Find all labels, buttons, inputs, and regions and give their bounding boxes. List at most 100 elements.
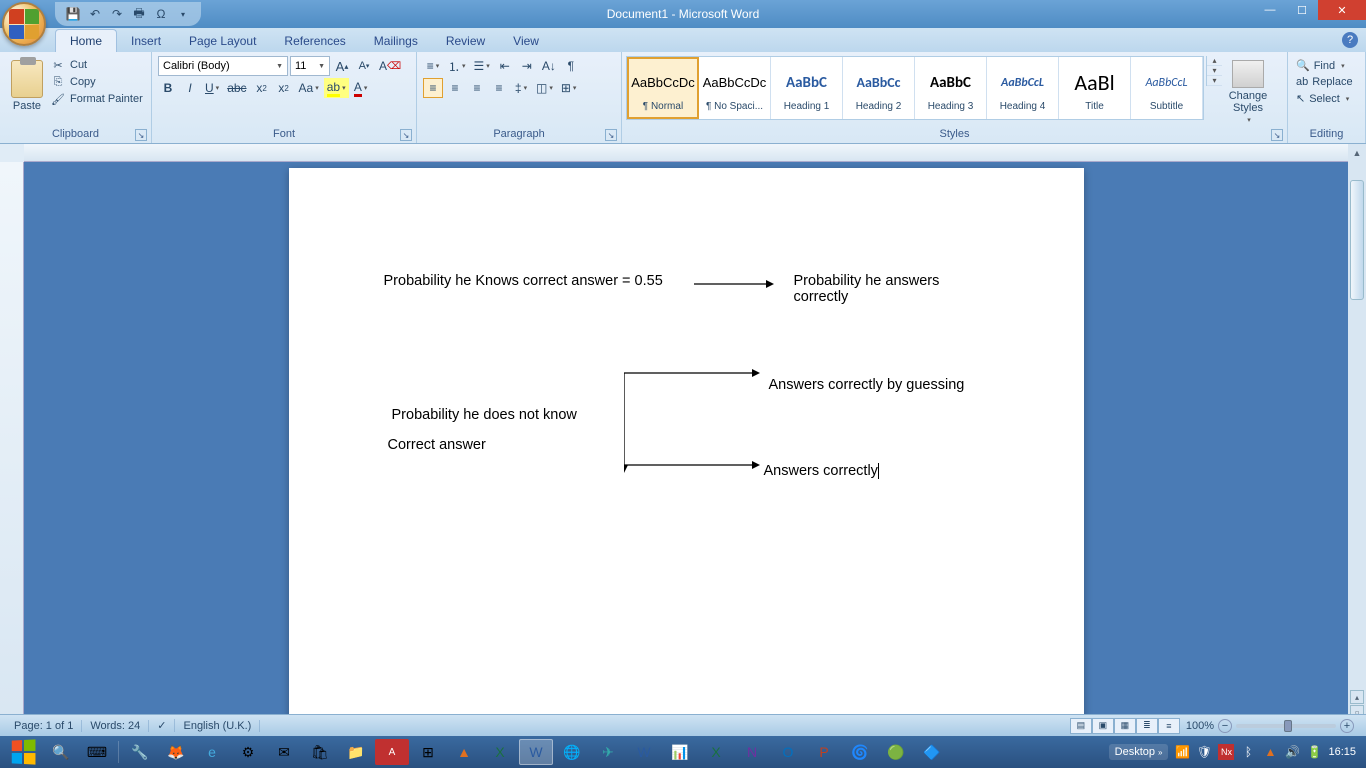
office-button[interactable] — [2, 2, 46, 46]
tab-mailings[interactable]: Mailings — [360, 30, 432, 52]
proofing-icon[interactable]: ✓ — [149, 719, 175, 732]
qat-customize-icon[interactable]: ▾ — [175, 6, 191, 22]
copy-button[interactable]: ⎘Copy — [50, 75, 143, 89]
word-taskbar-icon[interactable]: W — [519, 739, 553, 765]
close-button[interactable]: ✕ — [1318, 0, 1366, 20]
save-icon[interactable]: 💾 — [65, 6, 81, 22]
numbering-button[interactable]: ⒈▾ — [445, 56, 469, 76]
redo-icon[interactable]: ↷ — [109, 6, 125, 22]
tab-page-layout[interactable]: Page Layout — [175, 30, 270, 52]
help-icon[interactable]: ? — [1342, 32, 1358, 48]
scrollbar-thumb[interactable] — [1350, 180, 1364, 300]
style-item-title[interactable]: AaBlTitle — [1059, 57, 1131, 119]
clear-format-button[interactable]: A⌫ — [376, 56, 404, 76]
mail-taskbar-icon[interactable]: ✉ — [267, 739, 301, 765]
sort-button[interactable]: A↓ — [539, 56, 559, 76]
undo-icon[interactable]: ↶ — [87, 6, 103, 22]
style-item-heading-1[interactable]: AaBbCHeading 1 — [771, 57, 843, 119]
app3-taskbar-icon[interactable]: 🔷 — [915, 739, 949, 765]
full-screen-view[interactable]: ▣ — [1092, 718, 1114, 734]
change-styles-button[interactable]: Change Styles ▾ — [1224, 56, 1272, 124]
show-marks-button[interactable]: ¶ — [561, 56, 581, 76]
page-content[interactable]: Probability he Knows correct answer = 0.… — [384, 263, 989, 583]
prev-page-icon[interactable]: ▴ — [1350, 690, 1364, 704]
find-button[interactable]: 🔍Find▾ — [1294, 58, 1347, 73]
paragraph-dialog-launcher[interactable]: ↘ — [605, 129, 617, 141]
style-item-heading-4[interactable]: AaBbCcLHeading 4 — [987, 57, 1059, 119]
style-item---no-spaci---[interactable]: AaBbCcDc¶ No Spaci... — [699, 57, 771, 119]
word-count[interactable]: Words: 24 — [82, 720, 149, 732]
print-icon[interactable]: 🖶 — [131, 6, 147, 22]
font-name-select[interactable]: Calibri (Body)▼ — [158, 56, 288, 76]
subscript-button[interactable]: x2 — [252, 78, 272, 98]
tab-insert[interactable]: Insert — [117, 30, 175, 52]
strike-button[interactable]: abc — [224, 78, 249, 98]
chrome2-taskbar-icon[interactable]: 🟢 — [879, 739, 913, 765]
show-desktop-button[interactable]: Desktop» — [1109, 744, 1169, 760]
ie-taskbar-icon[interactable]: e — [195, 739, 229, 765]
files-taskbar-icon[interactable]: 📁 — [339, 739, 373, 765]
wifi-tray-icon[interactable]: 📶 — [1174, 744, 1190, 760]
store-taskbar-icon[interactable]: 🛍 — [303, 739, 337, 765]
styles-scroll[interactable]: ▴▾▾ — [1206, 56, 1222, 86]
zoom-slider[interactable] — [1236, 724, 1336, 728]
decrease-indent-button[interactable]: ⇤ — [495, 56, 515, 76]
search-taskbar-icon[interactable]: 🔍 — [44, 739, 78, 765]
minimize-button[interactable]: — — [1254, 0, 1286, 20]
shrink-font-button[interactable]: A▾ — [354, 56, 374, 76]
edge-taskbar-icon[interactable]: 🌀 — [843, 739, 877, 765]
style-item-subtitle[interactable]: AaBbCcLSubtitle — [1131, 57, 1203, 119]
chrome-taskbar-icon[interactable]: 🌐 — [555, 739, 589, 765]
app2-taskbar-icon[interactable]: 📊 — [663, 739, 697, 765]
vertical-ruler[interactable] — [0, 162, 24, 736]
onenote-taskbar-icon[interactable]: N — [735, 739, 769, 765]
bluetooth-tray-icon[interactable]: ᛒ — [1240, 744, 1256, 760]
select-button[interactable]: ↖Select▾ — [1294, 91, 1351, 106]
paste-button[interactable]: Paste — [6, 56, 48, 112]
highlight-button[interactable]: ab▾ — [324, 78, 349, 98]
line-spacing-button[interactable]: ‡▾ — [511, 78, 531, 98]
zoom-level[interactable]: 100% — [1186, 720, 1214, 732]
underline-button[interactable]: U▾ — [202, 78, 222, 98]
italic-button[interactable]: I — [180, 78, 200, 98]
document-page[interactable]: Probability he Knows correct answer = 0.… — [289, 168, 1084, 736]
explorer-taskbar-icon[interactable]: 🔧 — [123, 739, 157, 765]
borders-button[interactable]: ⊞▾ — [558, 78, 580, 98]
styles-gallery[interactable]: AaBbCcDc¶ NormalAaBbCcDc¶ No Spaci...AaB… — [626, 56, 1204, 120]
tab-review[interactable]: Review — [432, 30, 499, 52]
app1-taskbar-icon[interactable]: ⊞ — [411, 739, 445, 765]
excel365-taskbar-icon[interactable]: X — [699, 739, 733, 765]
print-layout-view[interactable]: ▤ — [1070, 718, 1092, 734]
horizontal-ruler[interactable] — [24, 144, 1348, 162]
font-size-select[interactable]: 11▼ — [290, 56, 330, 76]
excel2-taskbar-icon[interactable]: X — [483, 739, 517, 765]
justify-button[interactable]: ≡ — [489, 78, 509, 98]
web-layout-view[interactable]: ▦ — [1114, 718, 1136, 734]
vlc-tray-icon[interactable]: ▲ — [1262, 744, 1278, 760]
align-center-button[interactable]: ≡ — [445, 78, 465, 98]
telegram-taskbar-icon[interactable]: ✈ — [591, 739, 625, 765]
style-item-heading-3[interactable]: AaBbCHeading 3 — [915, 57, 987, 119]
clipboard-dialog-launcher[interactable]: ↘ — [135, 129, 147, 141]
font-color-button[interactable]: A▾ — [351, 78, 371, 98]
word365-taskbar-icon[interactable]: W — [627, 739, 661, 765]
outline-view[interactable]: ≣ — [1136, 718, 1158, 734]
vlc-taskbar-icon[interactable]: ▲ — [447, 739, 481, 765]
keyboard-taskbar-icon[interactable]: ⌨ — [80, 739, 114, 765]
draft-view[interactable]: ≡ — [1158, 718, 1180, 734]
security-tray-icon[interactable]: 🛡 — [1196, 744, 1212, 760]
zoom-out-button[interactable]: − — [1218, 719, 1232, 733]
firefox-taskbar-icon[interactable]: 🦊 — [159, 739, 193, 765]
format-painter-button[interactable]: 🖌Format Painter — [50, 92, 143, 106]
align-right-button[interactable]: ≡ — [467, 78, 487, 98]
style-item-heading-2[interactable]: AaBbCcHeading 2 — [843, 57, 915, 119]
pdf-taskbar-icon[interactable]: A — [375, 739, 409, 765]
volume-tray-icon[interactable]: 🔊 — [1284, 744, 1300, 760]
maximize-button[interactable]: ☐ — [1286, 0, 1318, 20]
tab-view[interactable]: View — [499, 30, 553, 52]
battery-tray-icon[interactable]: 🔋 — [1306, 744, 1322, 760]
bullets-button[interactable]: ≡▾ — [423, 56, 443, 76]
tab-home[interactable]: Home — [55, 29, 117, 52]
replace-button[interactable]: abReplace — [1294, 75, 1355, 89]
vertical-scrollbar[interactable]: ▲ ▼ ▴ ○ ▾ — [1348, 144, 1366, 736]
